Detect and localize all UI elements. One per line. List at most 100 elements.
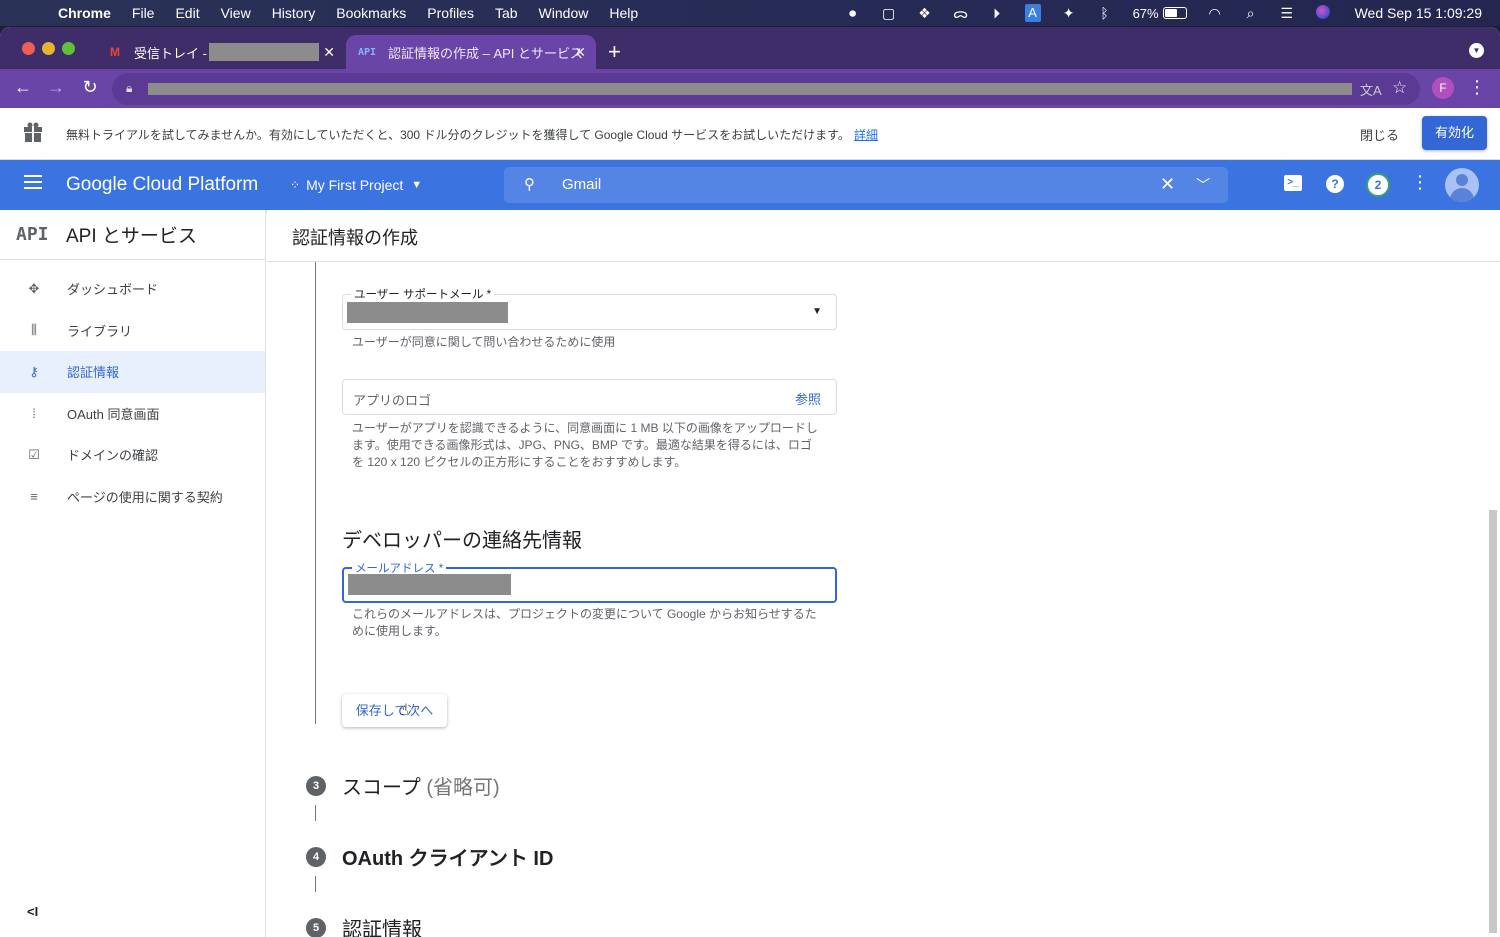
- reload-icon[interactable]: ↻: [78, 77, 102, 98]
- sidebar-item-dashboard[interactable]: ✥ ダッシュボード: [0, 268, 265, 310]
- help-icon[interactable]: ?: [1326, 175, 1344, 193]
- step-number: 5: [306, 917, 326, 937]
- menu-help[interactable]: Help: [609, 5, 638, 21]
- close-tab-icon[interactable]: ✕: [574, 44, 586, 61]
- page-header: 認証情報の作成: [267, 210, 1500, 262]
- activate-button[interactable]: 有効化: [1422, 116, 1487, 150]
- sidebar-item-oauth-consent[interactable]: ⁞ OAuth 同意画面: [0, 393, 265, 435]
- figure-icon[interactable]: ✦: [1051, 5, 1087, 22]
- cloud-shell-icon[interactable]: >_: [1284, 175, 1302, 191]
- gift-icon: [24, 122, 42, 142]
- window-icon[interactable]: ▢: [871, 5, 907, 22]
- gmail-favicon-icon: M: [110, 45, 120, 59]
- menu-tab[interactable]: Tab: [495, 5, 518, 21]
- support-email-label: ユーザー サポートメール *: [351, 286, 495, 302]
- step-connector-line: [315, 805, 316, 821]
- forward-icon[interactable]: →: [44, 77, 68, 98]
- minimize-window-button[interactable]: [42, 42, 55, 55]
- chevron-down-icon[interactable]: ﹀: [1196, 175, 1210, 195]
- menu-bookmarks[interactable]: Bookmarks: [336, 5, 406, 21]
- sidebar-item-label: ダッシュボード: [67, 282, 159, 298]
- developer-email-input[interactable]: メールアドレス *: [342, 560, 837, 603]
- browse-button[interactable]: 参照: [795, 389, 821, 408]
- menu-history[interactable]: History: [272, 5, 316, 21]
- battery-fill: [1164, 9, 1178, 17]
- tab-search-icon[interactable]: ▼: [1469, 43, 1484, 58]
- menu-profiles[interactable]: Profiles: [427, 5, 474, 21]
- save-and-continue-button[interactable]: 保存して次へ: [342, 694, 447, 727]
- glasses-icon[interactable]: ᯅ: [943, 4, 979, 23]
- play-circle-icon[interactable]: ⏵: [979, 5, 1015, 22]
- banner-message: 無料トライアルを試してみませんか。有効にしていただくと、300 ドル分のクレジッ…: [66, 126, 878, 143]
- sidebar-item-library[interactable]: ⫼ ライブラリ: [0, 310, 265, 352]
- step-scopes[interactable]: 3 スコープ (省略可): [306, 771, 500, 800]
- spotlight-icon[interactable]: ⌕: [1233, 5, 1269, 22]
- vertical-scrollbar[interactable]: [1489, 510, 1497, 933]
- sidebar-item-domain-verification[interactable]: ☑ ドメインの確認: [0, 434, 265, 476]
- support-email-select[interactable]: ユーザー サポートメール * ▼: [342, 286, 837, 330]
- menu-file[interactable]: File: [132, 5, 155, 21]
- new-tab-button[interactable]: +: [608, 39, 621, 65]
- input-source-icon[interactable]: A: [1015, 4, 1051, 22]
- step-number: 4: [306, 846, 326, 867]
- address-bar[interactable]: 🔒︎ 文A ☆: [112, 73, 1420, 105]
- record-icon[interactable]: ⏺: [835, 5, 871, 22]
- notifications-badge[interactable]: 2: [1366, 173, 1390, 197]
- wifi-icon[interactable]: ◠: [1197, 5, 1233, 22]
- battery-status[interactable]: 67%: [1133, 6, 1187, 21]
- dismiss-banner-button[interactable]: 閉じる: [1360, 125, 1399, 144]
- api-logo-icon: API: [16, 224, 49, 245]
- account-avatar[interactable]: [1445, 168, 1479, 202]
- menu-view[interactable]: View: [221, 5, 251, 21]
- bookmark-star-icon[interactable]: ☆: [1392, 78, 1407, 98]
- step-connector-line: [315, 876, 316, 892]
- control-center-icon[interactable]: ☰: [1269, 5, 1305, 22]
- sidebar-item-label: OAuth 同意画面: [67, 406, 160, 422]
- step-credentials[interactable]: 5 認証情報: [306, 913, 422, 937]
- project-icon: ⁘: [290, 178, 301, 192]
- sidebar-item-page-usage-agreement[interactable]: ≡ ページの使用に関する契約: [0, 476, 265, 518]
- tab-credentials[interactable]: API 認証情報の作成 – API とサービス ✕: [346, 35, 596, 69]
- hamburger-menu-icon[interactable]: [24, 175, 42, 189]
- close-window-button[interactable]: [22, 42, 35, 55]
- profile-avatar[interactable]: F: [1432, 77, 1454, 99]
- project-selector[interactable]: ⁘ My First Project ▼: [290, 177, 422, 193]
- clear-search-icon[interactable]: ✕: [1160, 174, 1175, 195]
- close-tab-icon[interactable]: ✕: [323, 44, 335, 61]
- sidebar-header: API API とサービス: [0, 210, 265, 260]
- translate-icon[interactable]: 文A: [1360, 80, 1382, 99]
- dropbox-icon[interactable]: ❖: [907, 5, 943, 22]
- menu-edit[interactable]: Edit: [175, 5, 199, 21]
- siri-icon[interactable]: [1305, 4, 1341, 22]
- step-number: 3: [306, 775, 326, 796]
- chrome-menu-icon[interactable]: ⋮: [1468, 77, 1486, 98]
- step-oauth-client-id[interactable]: 4 OAuth クライアント ID: [306, 842, 553, 871]
- gcp-logo-title[interactable]: Google Cloud Platform: [66, 174, 258, 196]
- app-logo-helper: ユーザーがアプリを認識できるように、同意画面に 1 MB 以下の画像をアップロー…: [352, 421, 818, 469]
- maximize-window-button[interactable]: [62, 42, 75, 55]
- menu-app-name[interactable]: Chrome: [58, 5, 111, 21]
- gcp-header: Google Cloud Platform ⁘ My First Project…: [0, 160, 1500, 210]
- collapse-sidebar-button[interactable]: <I: [27, 904, 38, 919]
- oauth-consent-icon: ⁞: [32, 405, 36, 421]
- sidebar-nav: ✥ ダッシュボード ⫼ ライブラリ ⚷ 認証情報 ⁞ OAuth 同意画面 ☑ …: [0, 260, 265, 517]
- clock[interactable]: Wed Sep 15 1:09:29: [1355, 5, 1482, 21]
- step-label: 認証情報: [342, 919, 422, 937]
- more-options-icon[interactable]: ⋮: [1409, 172, 1431, 193]
- optional-tag: (省略可): [426, 777, 500, 799]
- details-link[interactable]: 詳細: [854, 128, 878, 142]
- step-label: スコープ (省略可): [342, 771, 500, 800]
- tab-strip: M 受信トレイ - ✕ API 認証情報の作成 – API とサービス ✕ + …: [0, 27, 1500, 69]
- tab-gmail[interactable]: M 受信トレイ - ✕: [100, 35, 345, 69]
- app-logo-field[interactable]: アプリのロゴ 参照: [342, 379, 837, 415]
- back-icon[interactable]: ←: [11, 77, 35, 98]
- browser-toolbar: ← → ↻ 🔒︎ 文A ☆ F ⋮: [0, 69, 1500, 108]
- redacted-text: [208, 43, 319, 61]
- sidebar-item-credentials[interactable]: ⚷ 認証情報: [0, 351, 265, 393]
- bluetooth-icon[interactable]: ᛒ: [1087, 5, 1123, 21]
- search-bar[interactable]: ⚲ Gmail ✕ ﹀: [504, 167, 1228, 203]
- search-input[interactable]: Gmail: [562, 176, 601, 193]
- redacted-email: [348, 574, 511, 595]
- lock-icon[interactable]: 🔒︎: [126, 81, 132, 96]
- menu-window[interactable]: Window: [539, 5, 589, 21]
